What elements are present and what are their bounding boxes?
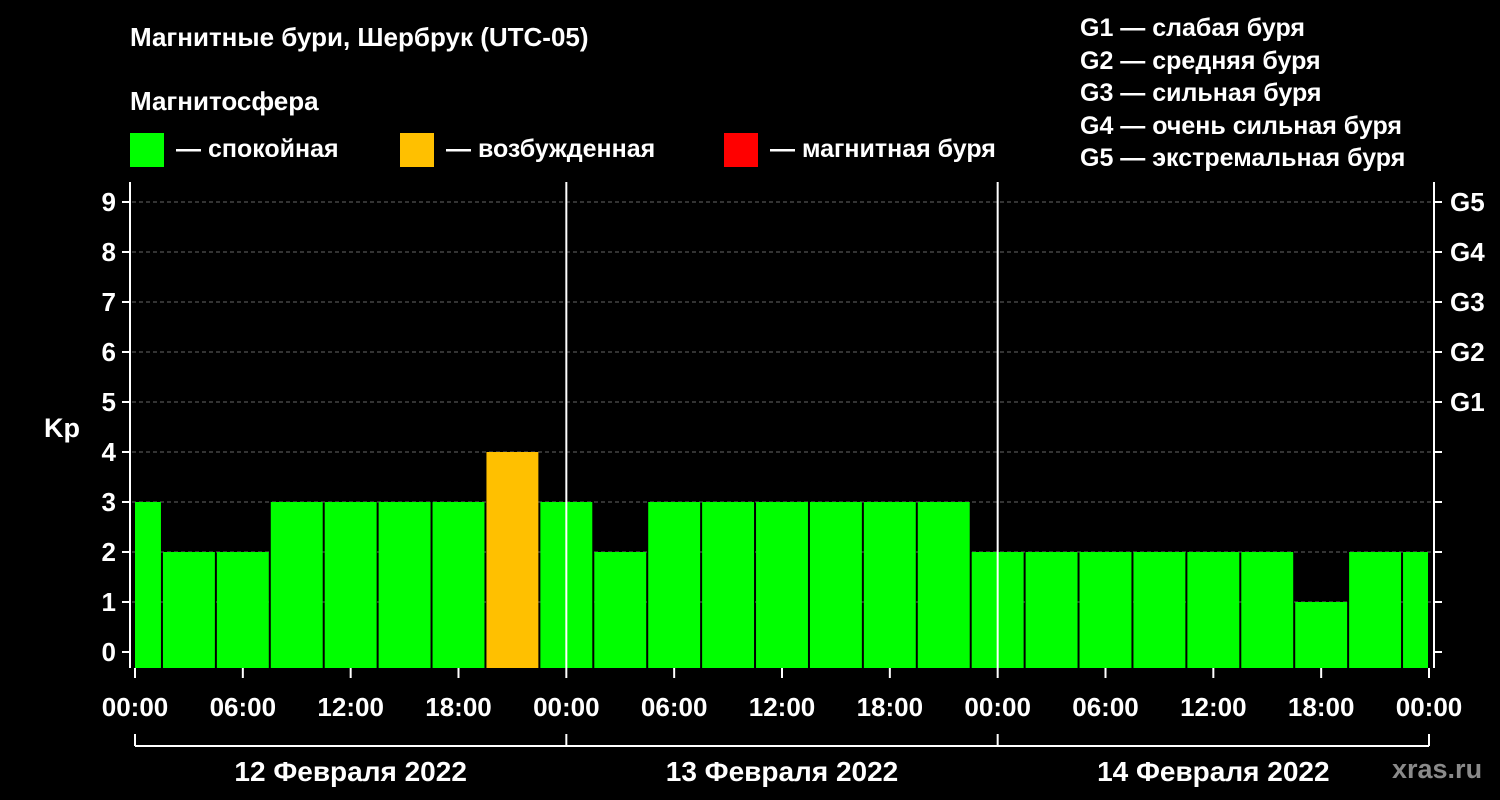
y-tick-label: 0 (102, 637, 116, 667)
x-tick-label: 06:00 (1072, 692, 1139, 722)
kp-bar (917, 502, 970, 668)
kp-bar (756, 502, 808, 668)
g-level-label: G2 (1450, 337, 1485, 367)
kp-bar (324, 502, 377, 668)
kp-bar (1295, 602, 1348, 668)
kp-bar (594, 552, 647, 668)
kp-bar (1025, 552, 1078, 668)
x-tick-label: 12:00 (749, 692, 816, 722)
x-tick-label: 18:00 (1288, 692, 1355, 722)
x-tick-label: 12:00 (1180, 692, 1247, 722)
g-level-label: G3 (1450, 287, 1485, 317)
kp-bar (1349, 552, 1402, 668)
kp-bar (1079, 552, 1132, 668)
day-label: 14 Февраля 2022 (1097, 756, 1329, 787)
kp-bar (135, 502, 161, 668)
kp-bar (216, 552, 269, 668)
day-label: 12 Февраля 2022 (234, 756, 466, 787)
kp-bar (1133, 552, 1186, 668)
y-tick-label: 1 (102, 587, 116, 617)
x-tick-label: 12:00 (317, 692, 384, 722)
y-tick-label: 8 (102, 237, 116, 267)
kp-bar (378, 502, 431, 668)
kp-bar (863, 502, 916, 668)
kp-bar (162, 552, 215, 668)
watermark: xras.ru (1392, 754, 1483, 784)
kp-chart: 0 1 2 3 4 5 6 7 8 9 G1 G2 G3 G4 G5 Kp 00:00 06:00 12:00 18:… (44, 182, 1485, 787)
kp-bar (809, 502, 862, 668)
y-tick-label: 5 (102, 387, 116, 417)
x-tick-label: 18:00 (857, 692, 924, 722)
kp-bar (702, 502, 755, 668)
y-tick-label: 4 (102, 437, 117, 467)
x-tick-label: 06:00 (210, 692, 277, 722)
kp-bar (270, 502, 323, 668)
x-tick-label: 00:00 (1396, 692, 1463, 722)
g-level-label: G5 (1450, 187, 1485, 217)
y-tick-label: 3 (102, 487, 116, 517)
kp-bar (1187, 552, 1240, 668)
kp-bar (1403, 552, 1428, 668)
y-tick-label: 2 (102, 537, 116, 567)
kp-bar (432, 502, 485, 668)
x-tick-label: 00:00 (102, 692, 169, 722)
g-level-label: G4 (1450, 237, 1485, 267)
y-tick-label: 6 (102, 337, 116, 367)
kp-bar (648, 502, 701, 668)
x-tick-label: 06:00 (641, 692, 708, 722)
y-tick-label: 9 (102, 187, 116, 217)
y-tick-label: 7 (102, 287, 116, 317)
g-level-label: G1 (1450, 387, 1485, 417)
x-tick-label: 00:00 (964, 692, 1031, 722)
kp-bar (486, 452, 539, 668)
kp-bar (1241, 552, 1294, 668)
y-axis-title: Kp (44, 413, 80, 443)
x-tick-label: 00:00 (533, 692, 600, 722)
day-label: 13 Февраля 2022 (666, 756, 898, 787)
x-tick-label: 18:00 (425, 692, 492, 722)
